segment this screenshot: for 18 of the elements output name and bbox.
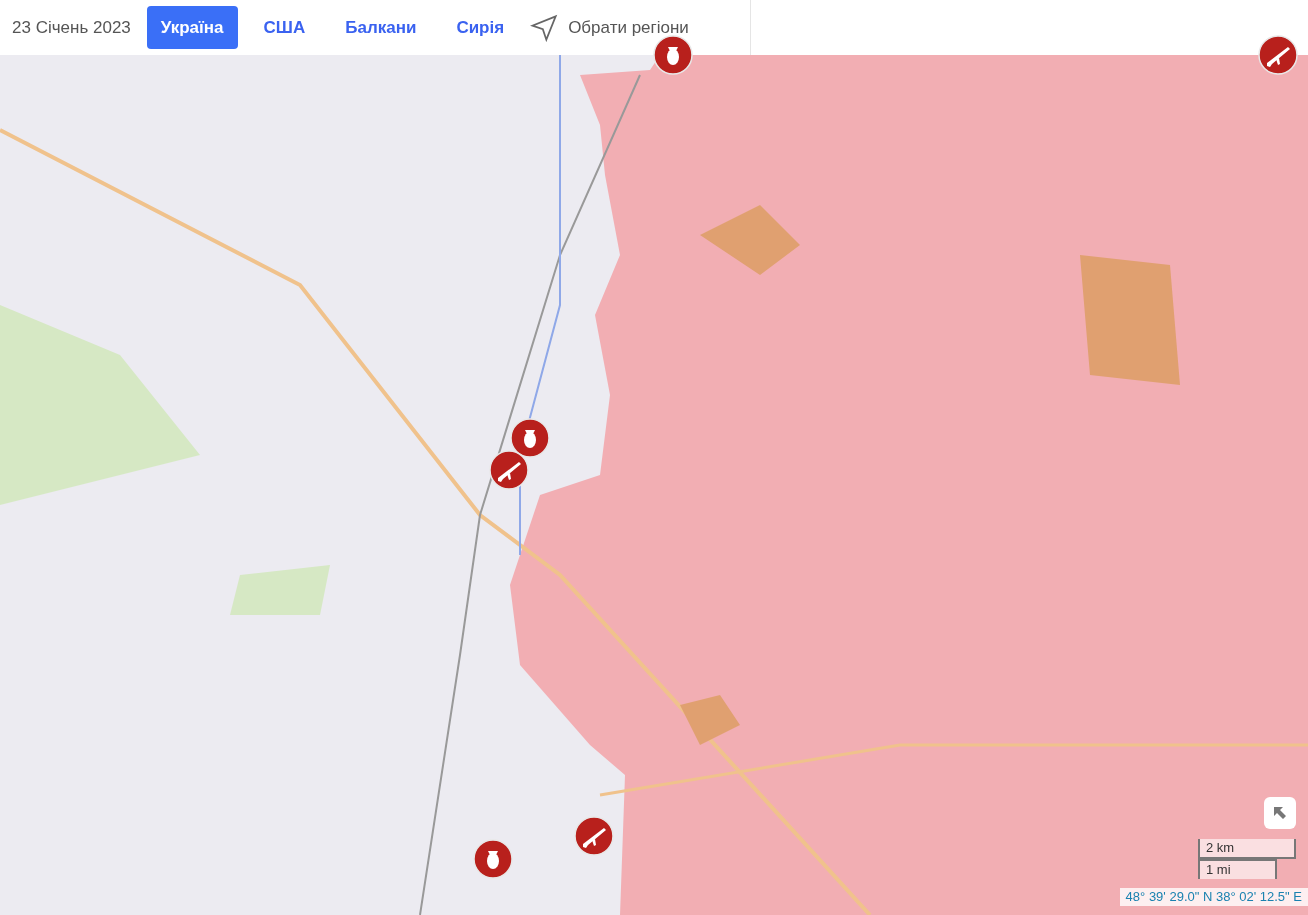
region-tab[interactable]: Україна [146, 6, 238, 49]
region-tab[interactable]: Сирія [442, 6, 519, 49]
region-tab[interactable]: Балкани [331, 6, 431, 49]
scale-bar: 1 mi [1198, 859, 1277, 879]
collapse-button[interactable] [1264, 797, 1296, 829]
rifle-marker-icon[interactable] [574, 816, 614, 856]
date-label: 23 Січень 2023 [12, 16, 131, 39]
rifle-marker-icon[interactable] [1258, 35, 1298, 75]
choose-regions-button[interactable]: Обрати регіони [530, 13, 689, 42]
region-tab[interactable]: США [249, 6, 320, 49]
rifle-marker-icon[interactable] [489, 450, 529, 490]
bomb-marker-icon[interactable] [473, 839, 513, 879]
bomb-marker-icon[interactable] [510, 418, 550, 458]
scale-bar: 2 km [1198, 839, 1296, 859]
coordinates-label: 48° 39' 29.0" N 38° 02' 12.5" E [1119, 888, 1308, 906]
arrow-up-left-icon [1272, 805, 1288, 821]
navigation-arrow-icon [530, 13, 559, 42]
bomb-marker-icon[interactable] [653, 35, 693, 75]
